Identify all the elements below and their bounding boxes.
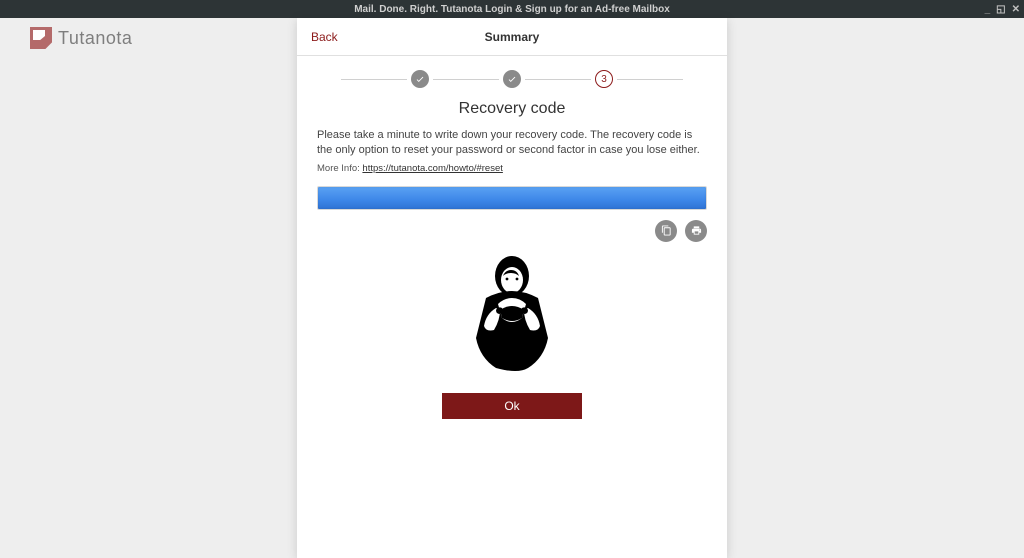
window-close-icon[interactable]: ✕ — [1012, 4, 1020, 15]
more-info: More Info: https://tutanota.com/howto/#r… — [297, 159, 727, 182]
check-icon — [415, 74, 425, 84]
back-button[interactable]: Back — [297, 30, 352, 44]
step-2-dot — [503, 70, 521, 88]
secret-illustration — [452, 250, 572, 375]
check-icon — [507, 74, 517, 84]
more-info-label: More Info: — [317, 163, 360, 174]
dialog-title: Summary — [297, 30, 727, 44]
window-title: Mail. Done. Right. Tutanota Login & Sign… — [354, 4, 670, 15]
signup-dialog: Back Summary 3 Recovery code Please take… — [297, 18, 727, 558]
section-heading: Recovery code — [297, 100, 727, 118]
step-line — [341, 79, 407, 80]
ok-button[interactable]: Ok — [442, 393, 582, 419]
illustration-wrap — [297, 246, 727, 385]
window-controls: _ ◱ ✕ — [985, 0, 1020, 18]
code-actions — [297, 210, 727, 246]
recovery-description: Please take a minute to write down your … — [297, 128, 727, 159]
step-3-number: 3 — [601, 74, 607, 85]
step-line — [525, 79, 591, 80]
copy-icon — [661, 225, 672, 236]
step-line — [433, 79, 499, 80]
print-icon — [691, 225, 702, 236]
progress-stepper: 3 — [297, 56, 727, 94]
dialog-header: Back Summary — [297, 18, 727, 56]
step-3-dot: 3 — [595, 70, 613, 88]
recovery-code-field[interactable] — [317, 186, 707, 210]
copy-button[interactable] — [655, 220, 677, 242]
step-1-dot — [411, 70, 429, 88]
step-line — [617, 79, 683, 80]
brand-logo-mark-icon — [30, 27, 52, 49]
print-button[interactable] — [685, 220, 707, 242]
brand-logo-text: Tutanota — [58, 28, 132, 49]
brand-logo[interactable]: Tutanota — [30, 27, 132, 49]
window-minimize-icon[interactable]: _ — [985, 4, 991, 15]
more-info-link[interactable]: https://tutanota.com/howto/#reset — [362, 163, 502, 174]
window-maximize-icon[interactable]: ◱ — [996, 4, 1005, 15]
window-titlebar: Mail. Done. Right. Tutanota Login & Sign… — [0, 0, 1024, 18]
